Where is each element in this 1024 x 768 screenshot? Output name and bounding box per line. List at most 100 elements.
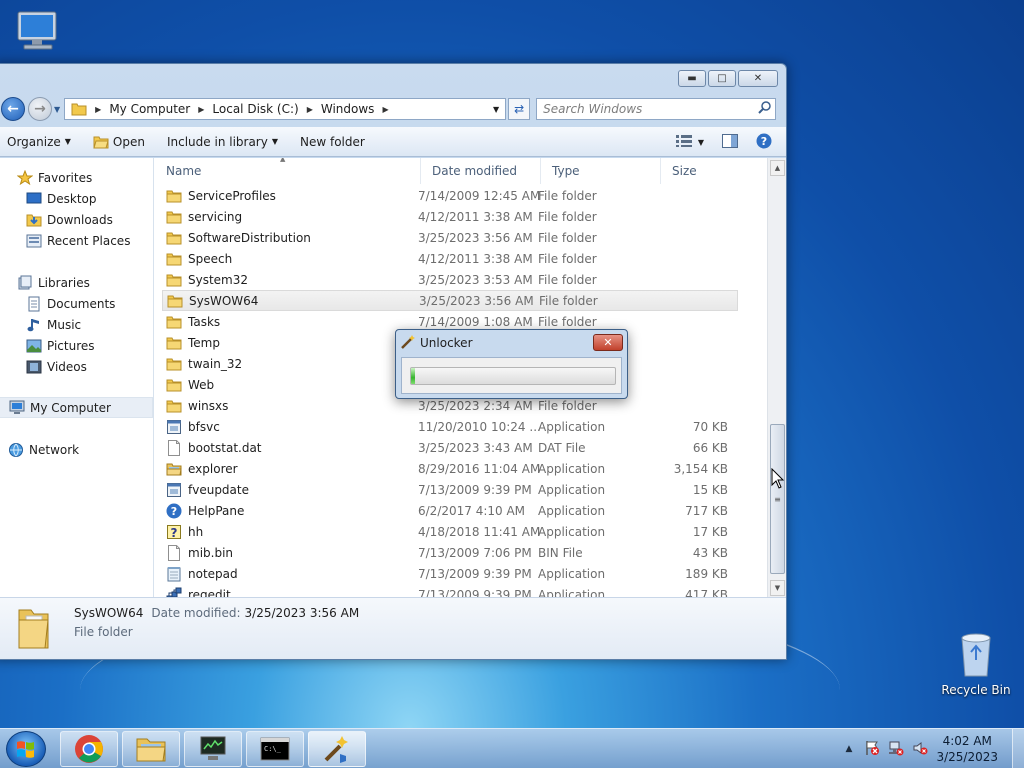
file-row[interactable]: ServiceProfiles 7/14/2009 12:45 AM File fo… (162, 185, 738, 206)
file-type: BIN File (538, 545, 583, 560)
new-folder-button[interactable]: New folder (300, 135, 365, 149)
computer-desktop-icon[interactable] (14, 10, 62, 57)
refresh-button[interactable]: ⇄ (508, 98, 531, 120)
file-type: File folder (538, 230, 597, 245)
folder-icon (166, 209, 182, 225)
help-button[interactable]: ? (756, 133, 772, 152)
file-type: Application (538, 503, 606, 518)
folder-icon (166, 314, 182, 330)
nav-downloads[interactable]: Downloads (0, 209, 153, 230)
file-row[interactable]: ? hh 4/18/2018 11:41 AM Application 17 KB (162, 521, 738, 542)
column-type[interactable]: Type (541, 158, 661, 184)
column-date-modified[interactable]: Date modified (421, 158, 541, 184)
file-row[interactable]: regedit 7/13/2009 9:39 PM Application 417 K… (162, 584, 738, 598)
minimize-button[interactable]: ▬ (678, 70, 706, 87)
volume-muted-icon[interactable] (912, 740, 928, 759)
nav-libraries[interactable]: Libraries (0, 272, 153, 293)
file-row[interactable]: fveupdate 7/13/2009 9:39 PM Application 15 … (162, 479, 738, 500)
nav-network[interactable]: Network (0, 439, 153, 460)
vertical-scrollbar[interactable]: ▲ ≡ ▼ (767, 158, 786, 598)
organize-button[interactable]: Organize ▼ (7, 135, 71, 149)
dialog-title: Unlocker (420, 336, 473, 350)
nav-videos[interactable]: Videos (0, 356, 153, 377)
file-row[interactable]: notepad 7/13/2009 9:39 PM Application 189 K… (162, 563, 738, 584)
file-row[interactable]: ? HelpPane 6/2/2017 4:10 AM Application 717 … (162, 500, 738, 521)
scroll-up-button[interactable]: ▲ (770, 160, 785, 176)
scroll-thumb[interactable]: ≡ (770, 424, 785, 574)
action-center-icon[interactable] (864, 740, 880, 759)
file-row[interactable]: bfsvc 11/20/2010 10:24 ... Application 70 K… (162, 416, 738, 437)
recycle-bin-desktop-icon[interactable]: Recycle Bin (940, 630, 1012, 697)
file-name-cell: notepad (162, 566, 418, 582)
folder-large-icon (15, 604, 51, 653)
taskbar-command-prompt[interactable]: C:\_ (246, 731, 304, 767)
file-row[interactable]: bootstat.dat 3/25/2023 3:43 AM DAT File 66 … (162, 437, 738, 458)
open-button[interactable]: Open (93, 134, 145, 150)
file-row[interactable]: SysWOW64 3/25/2023 3:56 AM File folder (162, 290, 738, 311)
nav-desktop[interactable]: Desktop (0, 188, 153, 209)
file-name-cell: Temp (162, 335, 418, 351)
breadcrumb-local-disk[interactable]: Local Disk (C:) (212, 102, 298, 116)
nav-my-computer[interactable]: My Computer (0, 397, 153, 418)
maximize-button[interactable]: □ (708, 70, 736, 87)
unlocker-dialog: Unlocker ✕ (395, 329, 628, 399)
column-header: Name ▲ Date modified Type Size (155, 158, 767, 184)
file-row[interactable]: explorer 8/29/2016 11:04 AM Application 3,1… (162, 458, 738, 479)
breadcrumb-arrow-icon[interactable]: ▶ (198, 105, 204, 114)
nav-downloads-label: Downloads (47, 212, 113, 227)
column-size[interactable]: Size (661, 158, 741, 184)
column-name[interactable]: Name ▲ (155, 158, 421, 184)
monitor-icon (200, 736, 226, 760)
search-input[interactable]: Search Windows (536, 98, 777, 120)
nav-videos-label: Videos (47, 359, 87, 374)
address-bar[interactable]: ▶ My Computer ▶ Local Disk (C:) ▶ Window… (64, 98, 507, 120)
nav-music[interactable]: Music (0, 314, 153, 335)
refresh-icon: ⇄ (514, 102, 525, 116)
close-button[interactable]: ✕ (738, 70, 778, 87)
file-row[interactable]: servicing 4/12/2011 3:38 AM File folder (162, 206, 738, 227)
taskbar-unlocker[interactable] (308, 731, 366, 767)
file-date-modified: 3/25/2023 3:43 AM (418, 440, 533, 455)
file-name: explorer (188, 461, 238, 476)
network-icon (8, 442, 24, 458)
unlocker-wand-icon (324, 736, 348, 763)
file-row[interactable]: System32 3/25/2023 3:53 AM File folder (162, 269, 738, 290)
nav-documents[interactable]: Documents (0, 293, 153, 314)
taskbar-explorer[interactable] (122, 731, 180, 767)
file-name-cell: explorer (162, 461, 418, 477)
recent-pages-dropdown-icon[interactable]: ▼ (54, 105, 60, 114)
file-row[interactable]: mib.bin 7/13/2009 7:06 PM BIN File 43 KB (162, 542, 738, 563)
file-row[interactable]: SoftwareDistribution 3/25/2023 3:56 AM Fil… (162, 227, 738, 248)
include-in-library-button[interactable]: Include in library ▼ (167, 135, 278, 149)
folder-icon (166, 377, 182, 393)
show-hidden-icons-button[interactable]: ▲ (846, 744, 853, 754)
file-name-cell: servicing (162, 209, 418, 225)
clock[interactable]: 4:02 AM 3/25/2023 (936, 733, 998, 765)
network-status-icon[interactable] (888, 740, 904, 759)
details-line-1: SysWOW64 Date modified: 3/25/2023 3:56 A… (74, 606, 359, 620)
file-name: servicing (188, 209, 243, 224)
nav-recent-places[interactable]: Recent Places (0, 230, 153, 251)
address-dropdown-icon[interactable]: ▼ (493, 105, 499, 114)
breadcrumb-arrow-icon[interactable]: ▶ (307, 105, 313, 114)
nav-favorites[interactable]: Favorites (0, 167, 153, 188)
file-row[interactable]: Speech 4/12/2011 3:38 AM File folder (162, 248, 738, 269)
dialog-close-button[interactable]: ✕ (593, 334, 623, 351)
preview-pane-button[interactable] (722, 134, 738, 151)
scroll-down-button[interactable]: ▼ (770, 580, 785, 596)
taskbar-network-manager[interactable] (184, 731, 242, 767)
change-view-button[interactable]: ▼ (675, 135, 704, 150)
taskbar-chrome[interactable] (60, 731, 118, 767)
nav-pictures-label: Pictures (47, 338, 95, 353)
show-desktop-button[interactable] (1012, 729, 1024, 768)
clock-time: 4:02 AM (942, 734, 992, 748)
start-button[interactable] (6, 731, 46, 767)
file-type: File folder (538, 272, 597, 287)
breadcrumb-my-computer[interactable]: My Computer (109, 102, 190, 116)
forward-button[interactable]: → (28, 97, 52, 121)
back-button[interactable]: ← (1, 97, 25, 121)
file-date-modified: 11/20/2010 10:24 ... (418, 419, 541, 434)
nav-pictures[interactable]: Pictures (0, 335, 153, 356)
breadcrumb-windows[interactable]: Windows (321, 102, 375, 116)
breadcrumb-arrow-icon[interactable]: ▶ (382, 105, 388, 114)
